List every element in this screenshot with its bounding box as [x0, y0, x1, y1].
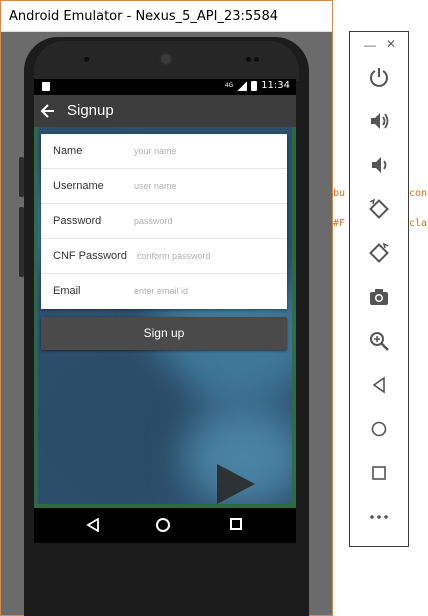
code-fragment: con: [409, 188, 428, 199]
signup-content: Name your name Username user name Passwo…: [34, 127, 296, 508]
confirm-password-label: CNF Password: [53, 250, 127, 262]
rotate-right-icon[interactable]: [367, 241, 391, 265]
code-fragment: cla: [409, 218, 428, 229]
edge-glow: [292, 127, 296, 508]
system-nav-bar: [34, 508, 296, 543]
side-button: [19, 157, 24, 197]
zoom-icon[interactable]: [367, 329, 391, 353]
earpiece-speaker-icon: [159, 52, 173, 66]
confirm-password-row: CNF Password conform password: [41, 239, 287, 274]
confirm-password-input[interactable]: conform password: [137, 251, 211, 261]
signal-icon: [237, 80, 248, 91]
password-input[interactable]: password: [134, 216, 173, 226]
emulator-side-toolbar: — ✕: [349, 31, 409, 547]
close-button[interactable]: ✕: [386, 37, 396, 51]
minimize-button[interactable]: —: [364, 38, 376, 52]
home-icon[interactable]: [367, 417, 391, 441]
username-label: Username: [53, 180, 104, 192]
rotate-left-icon[interactable]: [367, 197, 391, 221]
nav-recents-icon[interactable]: [230, 518, 242, 530]
sensor-dot: [246, 57, 251, 62]
app-toolbar: Signup: [34, 95, 296, 127]
name-label: Name: [53, 145, 83, 157]
code-fragment: bu: [333, 188, 346, 199]
status-icons: 4G 11:34: [225, 80, 290, 91]
power-icon[interactable]: [367, 65, 391, 89]
emulator-titlebar[interactable]: Android Emulator - Nexus_5_API_23:5584: [1, 1, 332, 32]
code-fragment: #F: [333, 218, 346, 229]
sensor-dot: [254, 57, 259, 62]
network-type: 4G: [224, 82, 234, 89]
sensor-dot: [84, 57, 89, 62]
volume-up-icon[interactable]: [367, 109, 391, 133]
password-label: Password: [53, 215, 102, 227]
volume-down-icon[interactable]: [367, 153, 391, 177]
sd-card-icon: [42, 82, 50, 91]
username-input[interactable]: user name: [134, 181, 177, 191]
desktop: bu con #F cla Android Emulator - Nexus_5…: [0, 0, 428, 616]
side-button: [19, 207, 24, 277]
signup-button[interactable]: Sign up: [41, 317, 287, 350]
window-title: Android Emulator - Nexus_5_API_23:5584: [9, 9, 278, 24]
overview-icon[interactable]: [367, 461, 391, 485]
username-row: Username user name: [41, 169, 287, 204]
back-arrow-icon[interactable]: [38, 101, 58, 121]
background-blur: [44, 357, 194, 497]
email-label: Email: [53, 285, 81, 297]
email-row: Email enter email id: [41, 274, 287, 309]
more-icon[interactable]: [367, 505, 391, 529]
nav-home-icon[interactable]: [156, 518, 170, 532]
name-input[interactable]: your name: [134, 146, 177, 156]
password-row: Password password: [41, 204, 287, 239]
page-title: Signup: [67, 102, 114, 119]
play-icon[interactable]: [217, 464, 255, 504]
name-row: Name your name: [41, 134, 287, 169]
battery-icon: [251, 80, 258, 91]
status-bar: 4G 11:34: [34, 79, 296, 95]
edge-glow: [34, 127, 38, 508]
camera-icon[interactable]: [367, 285, 391, 309]
email-input[interactable]: enter email id: [134, 286, 188, 296]
nav-back-icon[interactable]: [86, 518, 100, 532]
back-icon[interactable]: [367, 373, 391, 397]
signup-form: Name your name Username user name Passwo…: [41, 134, 287, 309]
device-screen: 4G 11:34 Signup Name your name Username …: [34, 79, 296, 543]
clock: 11:34: [261, 80, 290, 91]
